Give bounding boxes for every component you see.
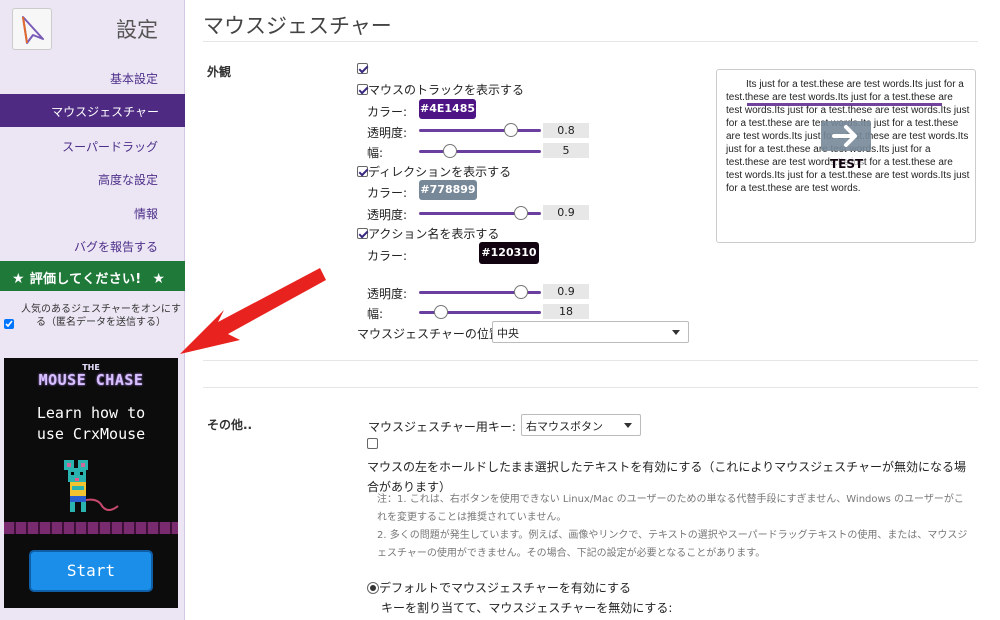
appearance-checkbox-row	[357, 62, 368, 76]
gesture-preview: Its just for a test.these are test words…	[716, 69, 976, 243]
show-action-row: アクション名を表示する	[357, 225, 499, 242]
show-direction-checkbox[interactable]	[357, 166, 368, 177]
gesture-position-select[interactable]: 中央	[492, 321, 689, 343]
left-hold-checkbox-row	[367, 437, 378, 451]
direction-opacity-label: 透明度:	[367, 208, 408, 222]
ad-subtitle: Learn how to use CrxMouse	[4, 403, 178, 445]
ad-title: MOUSE CHASE	[38, 371, 144, 389]
sidebar-item-basic[interactable]: 基本設定	[110, 70, 158, 87]
direction-opacity-slider[interactable]	[419, 206, 541, 220]
sidebar-item-info[interactable]: 情報	[134, 205, 158, 222]
divider	[203, 41, 978, 42]
track-width-slider[interactable]	[419, 144, 541, 158]
action-opacity-value: 0.9	[543, 284, 589, 299]
show-direction-row: ディレクションを表示する	[357, 163, 511, 180]
ad-subtitle-line1: Learn how to	[36, 404, 146, 422]
popular-gestures-checkbox[interactable]	[4, 319, 14, 329]
ad-start-button[interactable]: Start	[29, 550, 153, 592]
show-direction-label: ディレクションを表示する	[368, 165, 512, 179]
direction-color-label: カラー:	[367, 186, 408, 200]
assign-key-label: キーを割り当てて、マウスジェスチャーを無効にする:	[381, 601, 673, 615]
arrow-right-icon	[832, 125, 857, 147]
appearance-section-label: 外観	[207, 65, 232, 79]
other-section-label: その他..	[207, 418, 253, 432]
track-width-value: 5	[543, 143, 589, 158]
rate-banner[interactable]: ★ 評価してください! ★	[0, 261, 185, 291]
show-action-label: アクション名を表示する	[368, 227, 500, 241]
popular-gestures-label: 人気のあるジェスチャーをオンにする（匿名データを送信する）	[21, 304, 181, 328]
action-opacity-label: 透明度:	[367, 287, 408, 301]
ad-subtitle-line2: use CrxMouse	[36, 425, 146, 443]
show-action-checkbox[interactable]	[357, 228, 368, 239]
gesture-key-label: マウスジェスチャー用キー:	[368, 420, 516, 434]
app-logo	[12, 8, 52, 50]
action-opacity-slider[interactable]	[419, 285, 541, 299]
default-enable-radio[interactable]	[367, 582, 379, 594]
gesture-position-label: マウスジェスチャーの位置	[357, 327, 501, 341]
track-width-label: 幅:	[367, 146, 384, 160]
pixel-mouse-icon	[64, 460, 119, 512]
track-color-swatch[interactable]: #4E1485	[419, 99, 476, 119]
preview-direction-box	[821, 121, 871, 151]
divider	[203, 387, 978, 388]
show-track-row: マウスのトラックを表示する	[357, 81, 524, 98]
direction-opacity-value: 0.9	[543, 205, 589, 220]
annotation-arrow-icon	[180, 268, 326, 354]
track-color-label: カラー:	[367, 105, 408, 119]
preview-track-line	[747, 103, 942, 106]
sidebar-item-advanced[interactable]: 高度な設定	[98, 171, 158, 188]
sidebar-item-super-drag[interactable]: スーパードラッグ	[62, 138, 158, 155]
star-icon: ★	[152, 271, 166, 287]
action-width-value: 18	[543, 304, 589, 319]
action-width-slider[interactable]	[419, 305, 541, 319]
sidebar-item-mouse-gesture[interactable]: マウスジェスチャー	[0, 94, 185, 127]
mouse-chase-ad[interactable]: THE MOUSE CHASE Learn how to use CrxMous…	[4, 358, 178, 608]
preview-action-label: TEST	[830, 157, 864, 171]
chevron-down-icon	[624, 423, 632, 428]
show-track-checkbox[interactable]	[357, 84, 368, 95]
action-width-label: 幅:	[367, 307, 384, 321]
sidebar-title: 設定	[116, 18, 158, 42]
ad-floor	[4, 522, 178, 534]
gesture-key-select[interactable]: 右マウスボタン	[521, 414, 641, 436]
action-color-swatch[interactable]: #120310	[479, 242, 539, 264]
left-hold-checkbox[interactable]	[367, 438, 378, 449]
settings-page: 設定 基本設定 マウスジェスチャー スーパードラッグ 高度な設定 情報 バグを報…	[0, 0, 1000, 620]
chevron-down-icon	[672, 330, 680, 335]
track-opacity-label: 透明度:	[367, 126, 408, 140]
gesture-key-value: 右マウスボタン	[526, 420, 603, 433]
appearance-checkbox[interactable]	[357, 63, 368, 74]
rate-label: 評価してください!	[29, 272, 142, 287]
default-enable-row: デフォルトでマウスジェスチャーを有効にする	[367, 579, 631, 596]
track-opacity-value: 0.8	[543, 123, 589, 138]
sidebar: 設定 基本設定 マウスジェスチャー スーパードラッグ 高度な設定 情報 バグを報…	[0, 0, 185, 620]
star-icon: ★	[12, 271, 25, 287]
default-enable-label: デフォルトでマウスジェスチャーを有効にする	[379, 581, 632, 595]
page-title: マウスジェスチャー	[203, 14, 392, 38]
note-1: 注：1. これは、右ボタンを使用できない Linux/Mac のユーザーのための…	[377, 494, 964, 523]
cursor-logo-icon	[22, 16, 44, 44]
show-track-label: マウスのトラックを表示する	[368, 83, 525, 97]
sidebar-item-report-bug[interactable]: バグを報告する	[74, 238, 158, 255]
action-color-label: カラー:	[367, 249, 408, 263]
note-2: 2. 多くの問題が発生しています。例えば、画像やリンクで、テキストの選択やスーパ…	[377, 530, 968, 559]
gesture-position-value: 中央	[497, 327, 519, 340]
direction-color-swatch[interactable]: #778899	[419, 180, 477, 200]
track-opacity-slider[interactable]	[419, 123, 541, 137]
popular-gestures-option: 人気のあるジェスチャーをオンにする（匿名データを送信する）	[4, 303, 184, 329]
